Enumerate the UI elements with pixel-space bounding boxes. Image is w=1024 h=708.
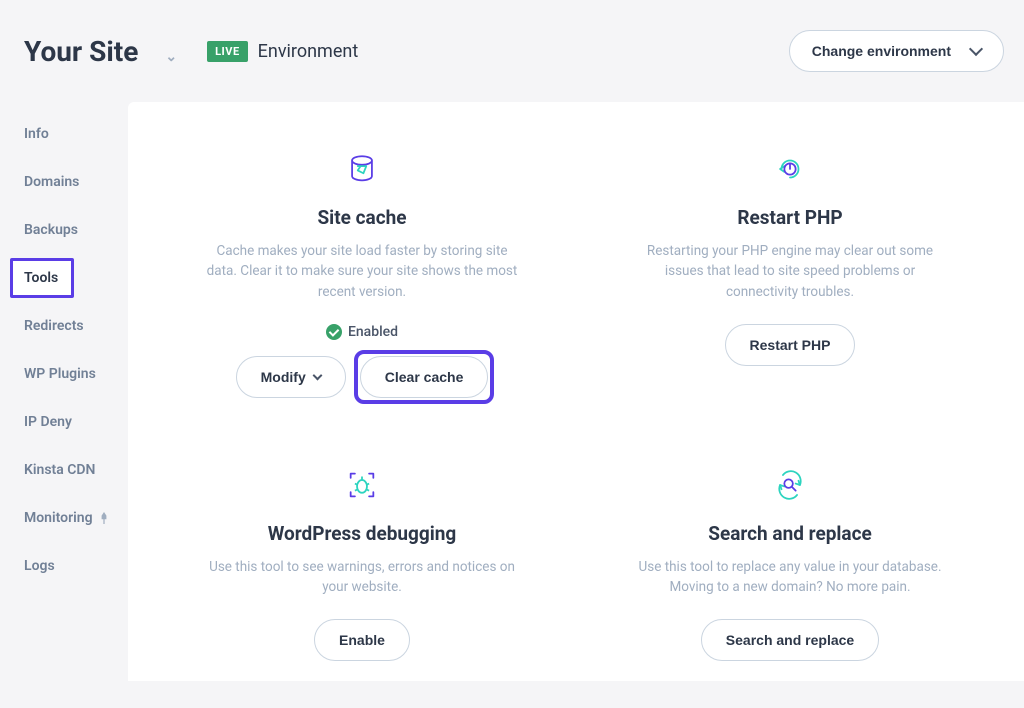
- tool-card-restart-php: Restart PHP Restarting your PHP engine m…: [596, 152, 984, 398]
- button-label: Search and replace: [726, 632, 854, 648]
- sidebar-item-logs[interactable]: Logs: [0, 546, 128, 586]
- sidebar-item-label: Info: [24, 126, 49, 142]
- sidebar-item-monitoring[interactable]: Monitoring: [0, 498, 128, 538]
- pin-icon: [99, 512, 109, 524]
- highlight-box: Clear cache: [360, 356, 489, 398]
- site-title-text: Your Site: [24, 35, 138, 68]
- card-title: WordPress debugging: [268, 522, 457, 545]
- sidebar-item-ip-deny[interactable]: IP Deny: [0, 402, 128, 442]
- site-title[interactable]: Your Site ⌄: [24, 35, 177, 68]
- card-description: Restarting your PHP engine may clear out…: [630, 241, 950, 302]
- modify-cache-button[interactable]: Modify: [236, 356, 346, 398]
- tool-card-site-cache: Site cache Cache makes your site load fa…: [168, 152, 556, 398]
- sidebar-item-label: IP Deny: [24, 414, 72, 430]
- card-title: Search and replace: [708, 522, 872, 545]
- sidebar-item-label: Domains: [24, 174, 79, 190]
- card-title: Restart PHP: [737, 206, 842, 229]
- sidebar-item-redirects[interactable]: Redirects: [0, 306, 128, 346]
- card-description: Cache makes your site load faster by sto…: [202, 241, 522, 302]
- sidebar-item-kinsta-cdn[interactable]: Kinsta CDN: [0, 450, 128, 490]
- page-header: Your Site ⌄ LIVE Environment Change envi…: [0, 0, 1024, 102]
- check-icon: [326, 324, 342, 340]
- environment-label: Environment: [258, 41, 359, 62]
- sidebar-item-domains[interactable]: Domains: [0, 162, 128, 202]
- sidebar-item-label: WP Plugins: [24, 366, 96, 382]
- search-replace-icon: [773, 468, 807, 502]
- tool-card-wp-debug: WordPress debugging Use this tool to see…: [168, 468, 556, 662]
- restart-php-button[interactable]: Restart PHP: [725, 324, 856, 366]
- chevron-down-icon: ⌄: [165, 49, 177, 65]
- enable-debug-button[interactable]: Enable: [314, 619, 410, 661]
- cache-status: Enabled: [326, 324, 398, 340]
- sidebar-item-label: Backups: [24, 222, 78, 238]
- cache-icon: [345, 152, 379, 186]
- chevron-down-icon: [969, 42, 983, 56]
- sidebar-item-label: Logs: [24, 558, 55, 574]
- sidebar-item-label: Redirects: [24, 318, 84, 334]
- card-title: Site cache: [317, 206, 406, 229]
- card-description: Use this tool to see warnings, errors an…: [202, 557, 522, 598]
- button-label: Modify: [261, 369, 306, 385]
- button-label: Restart PHP: [750, 337, 831, 353]
- search-replace-button[interactable]: Search and replace: [701, 619, 879, 661]
- sidebar-item-label: Monitoring: [24, 510, 93, 526]
- restart-icon: [773, 152, 807, 186]
- card-description: Use this tool to replace any value in yo…: [630, 557, 950, 598]
- sidebar: Info Domains Backups Tools Redirects WP …: [0, 102, 128, 681]
- change-environment-button[interactable]: Change environment: [789, 30, 1004, 72]
- sidebar-item-wp-plugins[interactable]: WP Plugins: [0, 354, 128, 394]
- sidebar-item-tools[interactable]: Tools: [10, 258, 74, 298]
- tool-card-search-replace: Search and replace Use this tool to repl…: [596, 468, 984, 662]
- button-label: Enable: [339, 632, 385, 648]
- sidebar-item-backups[interactable]: Backups: [0, 210, 128, 250]
- clear-cache-button[interactable]: Clear cache: [360, 356, 489, 398]
- main-content: Site cache Cache makes your site load fa…: [128, 102, 1024, 681]
- sidebar-item-info[interactable]: Info: [0, 114, 128, 154]
- sidebar-item-label: Kinsta CDN: [24, 462, 95, 478]
- sidebar-item-label: Tools: [24, 270, 58, 286]
- chevron-down-icon: [312, 370, 322, 380]
- change-environment-label: Change environment: [812, 43, 951, 59]
- live-badge: LIVE: [207, 41, 248, 62]
- status-label: Enabled: [348, 324, 398, 340]
- button-label: Clear cache: [385, 369, 464, 385]
- debug-icon: [345, 468, 379, 502]
